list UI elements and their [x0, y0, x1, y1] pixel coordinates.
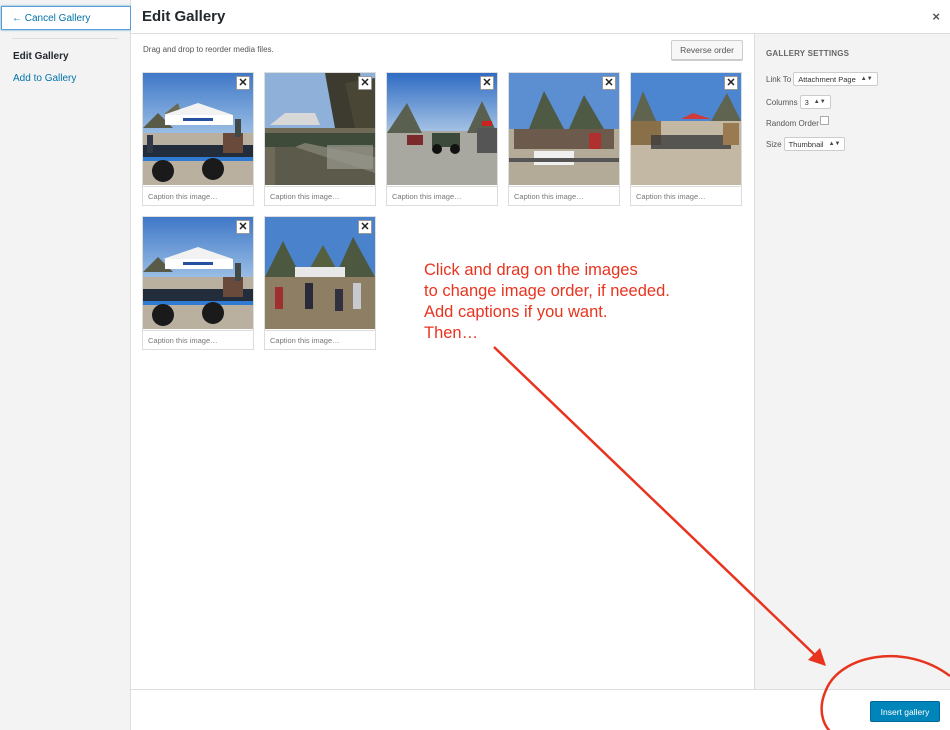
remove-image-icon[interactable]: ✕	[724, 76, 738, 90]
gallery-image-tile[interactable]: ✕ Caption this image…	[142, 216, 254, 350]
gallery-image-tile[interactable]: ✕ Caption this image…	[264, 72, 376, 206]
annotation-line: to change image order, if needed.	[424, 282, 670, 300]
remove-image-icon[interactable]: ✕	[480, 76, 494, 90]
link-to-value: Attachment Page	[798, 74, 856, 84]
caption-field[interactable]: Caption this image…	[265, 330, 375, 349]
close-icon[interactable]: ×	[932, 9, 940, 24]
remove-image-icon[interactable]: ✕	[236, 76, 250, 90]
remove-image-icon[interactable]: ✕	[358, 220, 372, 234]
columns-label: Columns	[766, 97, 798, 107]
size-label: Size	[766, 139, 782, 149]
reverse-order-button[interactable]: Reverse order	[671, 40, 743, 60]
tutorial-annotation: Click and drag on the images to change i…	[424, 260, 744, 344]
media-toolbar: Insert gallery	[131, 689, 950, 730]
size-value: Thumbnail	[788, 139, 824, 149]
page-title: Edit Gallery	[142, 8, 226, 25]
modal-title-bar: Edit Gallery ×	[131, 0, 950, 34]
size-select[interactable]: Thumbnail ▲▼	[783, 137, 846, 151]
select-arrows-icon: ▲▼	[860, 76, 873, 82]
gallery-image-tile[interactable]: ✕ Caption this image…	[508, 72, 620, 206]
sidebar-divider	[12, 38, 118, 39]
remove-image-icon[interactable]: ✕	[236, 220, 250, 234]
insert-gallery-button[interactable]: Insert gallery	[870, 701, 940, 722]
caption-field[interactable]: Caption this image…	[387, 186, 497, 205]
gallery-content: Drag and drop to reorder media files. Re…	[131, 34, 754, 689]
sidebar-item-add-to-gallery[interactable]: Add to Gallery	[13, 73, 76, 84]
annotation-line: Add captions if you want.	[424, 303, 608, 321]
select-arrows-icon: ▲▼	[813, 99, 826, 105]
caption-field[interactable]: Caption this image…	[631, 186, 741, 205]
gallery-image-tile[interactable]: ✕ Caption this image…	[264, 216, 376, 350]
columns-setting: Columns 3 ▲▼	[766, 95, 831, 109]
link-to-select[interactable]: Attachment Page ▲▼	[793, 72, 878, 86]
random-order-setting: Random Order	[766, 116, 829, 128]
caption-field[interactable]: Caption this image…	[509, 186, 619, 205]
gallery-image-tile[interactable]: ✕ Caption this image…	[386, 72, 498, 206]
annotation-line: Then…	[424, 324, 479, 342]
remove-image-icon[interactable]: ✕	[602, 76, 616, 90]
random-order-checkbox[interactable]	[819, 116, 829, 125]
media-modal: ← Cancel Gallery Edit Gallery Add to Gal…	[0, 0, 950, 730]
gallery-settings-panel: GALLERY SETTINGS Link To Attachment Page…	[754, 34, 950, 689]
remove-image-icon[interactable]: ✕	[358, 76, 372, 90]
gallery-image-tile[interactable]: ✕ Caption this image…	[142, 72, 254, 206]
media-sidebar: ← Cancel Gallery Edit Gallery Add to Gal…	[0, 0, 131, 730]
cancel-gallery-button[interactable]: ← Cancel Gallery	[1, 6, 131, 30]
caption-field[interactable]: Caption this image…	[143, 186, 253, 205]
columns-select[interactable]: 3 ▲▼	[799, 95, 831, 109]
caption-field[interactable]: Caption this image…	[143, 330, 253, 349]
gallery-image-tile[interactable]: ✕ Caption this image…	[630, 72, 742, 206]
caption-field[interactable]: Caption this image…	[265, 186, 375, 205]
select-arrows-icon: ▲▼	[828, 141, 841, 147]
columns-value: 3	[804, 97, 809, 107]
link-to-setting: Link To Attachment Page ▲▼	[766, 72, 878, 86]
reorder-instructions: Drag and drop to reorder media files.	[143, 45, 274, 54]
size-setting: Size Thumbnail ▲▼	[766, 137, 846, 151]
settings-heading: GALLERY SETTINGS	[766, 49, 850, 58]
link-to-label: Link To	[766, 74, 792, 84]
sidebar-item-edit-gallery[interactable]: Edit Gallery	[13, 51, 69, 62]
random-order-label: Random Order	[766, 119, 819, 128]
annotation-line: Click and drag on the images	[424, 261, 638, 279]
